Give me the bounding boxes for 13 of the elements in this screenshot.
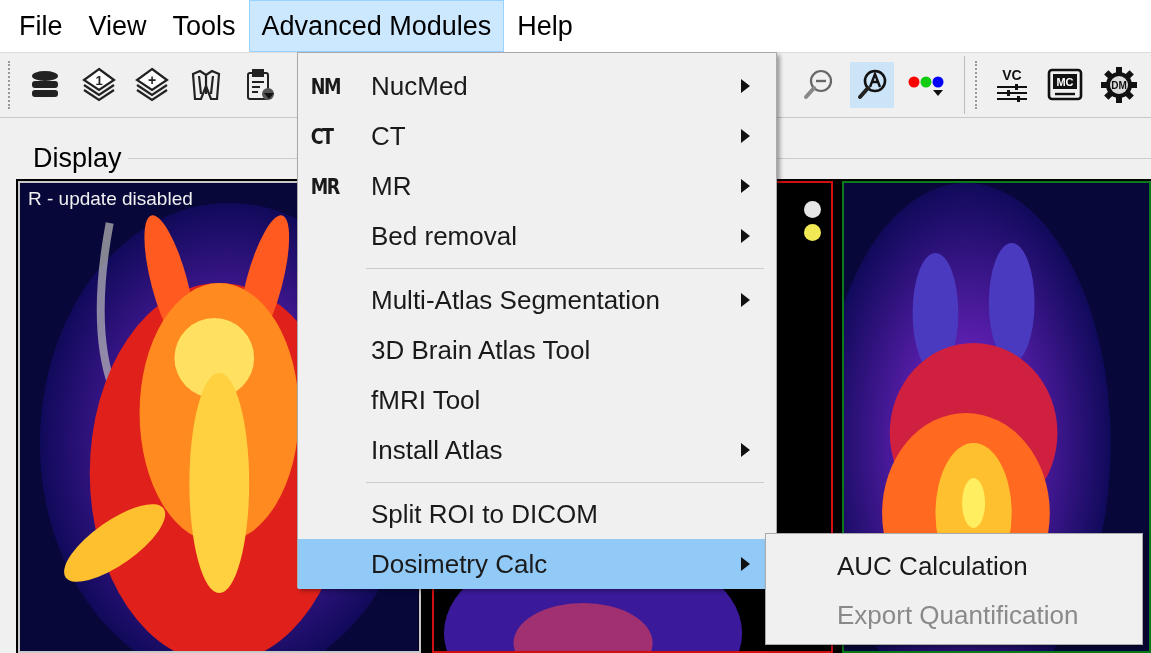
viewport-label: R - update disabled <box>28 187 193 211</box>
menu-bar-item[interactable]: Advanced Modules <box>248 0 505 52</box>
module-tag: CT <box>298 119 357 153</box>
menu-bar-item[interactable]: Help <box>504 0 586 52</box>
module-tag: NM <box>298 69 357 103</box>
menu-bar-item[interactable]: View <box>75 0 160 52</box>
menu-bar-item[interactable]: Tools <box>159 0 249 52</box>
group-title: Display <box>33 142 123 175</box>
menu-bar-item[interactable]: File <box>6 0 76 52</box>
menu-item[interactable]: CT CT <box>298 111 776 161</box>
submenu-item: Export Quantification <box>836 599 1080 632</box>
toolbar-button[interactable] <box>850 62 894 108</box>
menu-item[interactable]: NM NucMed <box>298 61 776 111</box>
